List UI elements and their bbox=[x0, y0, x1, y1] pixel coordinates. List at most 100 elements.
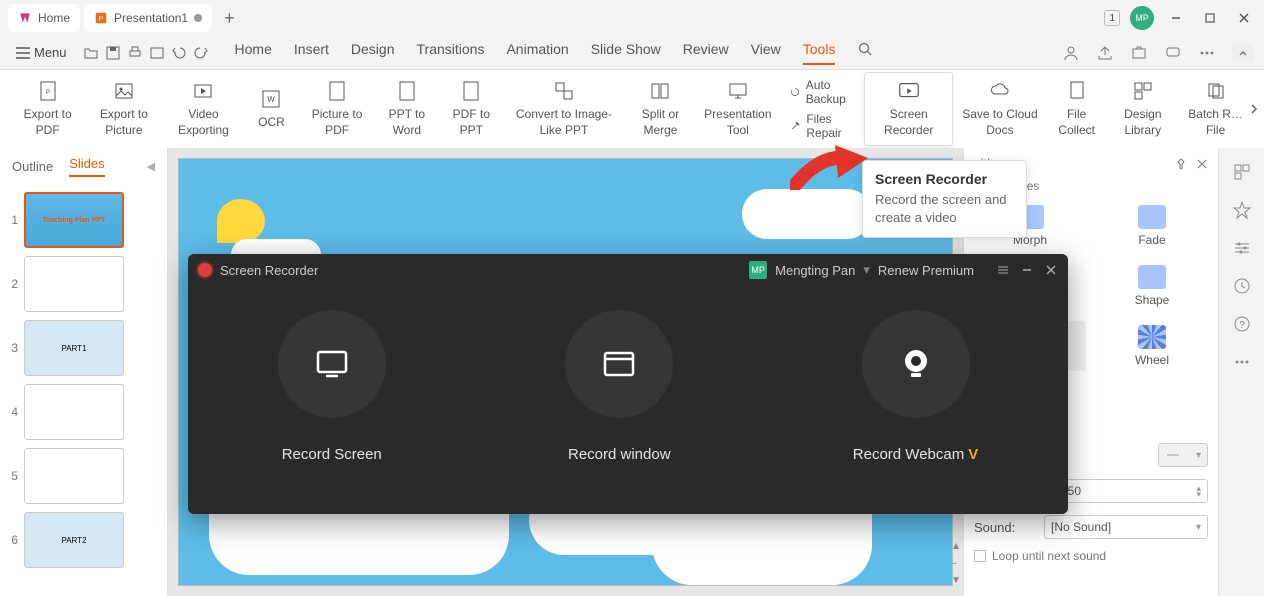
pin-icon[interactable] bbox=[1174, 157, 1188, 171]
tab-transitions[interactable]: Transitions bbox=[417, 41, 485, 65]
tab-design[interactable]: Design bbox=[351, 41, 395, 65]
tab-doc-label: Presentation1 bbox=[114, 11, 188, 25]
close-panel-icon[interactable] bbox=[1196, 158, 1208, 170]
tab-add-button[interactable]: + bbox=[224, 8, 235, 29]
slide-number: 6 bbox=[4, 533, 18, 547]
transition-shape[interactable]: Shape bbox=[1096, 261, 1208, 311]
user-icon[interactable] bbox=[1062, 44, 1080, 62]
ribbon-tabs: Home Insert Design Transitions Animation… bbox=[235, 41, 874, 65]
minimize-button[interactable] bbox=[1164, 6, 1188, 30]
tool-label: Split or Merge bbox=[633, 107, 688, 138]
print-preview-icon[interactable] bbox=[149, 45, 165, 61]
object-panel-icon[interactable] bbox=[1232, 162, 1252, 182]
thumbnail-panel: Outline Slides ◀ 1Teaching Plan PPT 2 3P… bbox=[0, 148, 168, 596]
tab-tools[interactable]: Tools bbox=[803, 41, 836, 65]
sound-select[interactable]: [No Sound]▾ bbox=[1044, 515, 1208, 539]
tool-ocr[interactable]: WOCR bbox=[242, 83, 300, 135]
close-button[interactable] bbox=[1232, 6, 1256, 30]
tool-ppt-to-word[interactable]: PPT to Word bbox=[374, 75, 440, 142]
tool-file-collect[interactable]: File Collect bbox=[1047, 75, 1107, 142]
effect-options[interactable]: ▾ bbox=[1158, 443, 1208, 467]
tutorial-arrow-icon bbox=[790, 140, 870, 190]
loop-sound-checkbox[interactable]: Loop until next sound bbox=[974, 549, 1208, 563]
tool-pdf-to-ppt[interactable]: PDF to PPT bbox=[440, 75, 503, 142]
tab-slideshow[interactable]: Slide Show bbox=[591, 41, 661, 65]
mode-label: Record Screen bbox=[282, 446, 382, 463]
nav-up-icon[interactable]: ▲ bbox=[951, 541, 961, 552]
tab-slides[interactable]: Slides bbox=[69, 156, 104, 177]
quick-access-toolbar bbox=[83, 45, 209, 61]
collapse-panel-icon[interactable]: ◀ bbox=[147, 160, 155, 173]
slide-thumbnail-6[interactable]: PART2 bbox=[24, 512, 124, 568]
recorder-menu-icon[interactable] bbox=[996, 263, 1010, 277]
maximize-button[interactable] bbox=[1198, 6, 1222, 30]
tab-review[interactable]: Review bbox=[683, 41, 729, 65]
ribbon-scroll-right[interactable] bbox=[1244, 70, 1264, 148]
more-panel-icon[interactable] bbox=[1232, 352, 1252, 372]
slide-thumbnail-2[interactable] bbox=[24, 256, 124, 312]
tool-screen-recorder[interactable]: Screen Recorder bbox=[864, 72, 953, 145]
transition-wheel[interactable]: Wheel bbox=[1096, 321, 1208, 371]
tool-export-picture[interactable]: Export to Picture bbox=[83, 75, 164, 142]
recorder-close-icon[interactable] bbox=[1044, 263, 1058, 277]
tool-label: Export to PDF bbox=[20, 107, 75, 138]
recorder-titlebar[interactable]: Screen Recorder MP Mengting Pan ▾ Renew … bbox=[188, 254, 1068, 286]
open-icon[interactable] bbox=[83, 45, 99, 61]
thumb-text: PART1 bbox=[61, 344, 86, 353]
tab-document[interactable]: P Presentation1 bbox=[84, 4, 212, 32]
search-icon[interactable] bbox=[857, 41, 873, 57]
tool-export-pdf[interactable]: PExport to PDF bbox=[12, 75, 83, 142]
transition-fade[interactable]: Fade bbox=[1096, 201, 1208, 251]
tool-presentation-tool[interactable]: Presentation Tool bbox=[696, 75, 780, 142]
tool-design-library[interactable]: Design Library bbox=[1106, 75, 1179, 142]
tab-home[interactable]: Home bbox=[8, 4, 80, 32]
tab-home-label: Home bbox=[38, 11, 70, 25]
slide-thumbnail-3[interactable]: PART1 bbox=[24, 320, 124, 376]
slide-thumbnail-5[interactable] bbox=[24, 448, 124, 504]
slide-thumbnail-4[interactable] bbox=[24, 384, 124, 440]
tool-split-merge[interactable]: Split or Merge bbox=[625, 75, 696, 142]
menu-button[interactable]: Menu bbox=[10, 41, 73, 64]
tool-convert-image-ppt[interactable]: Convert to Image-Like PPT bbox=[503, 75, 625, 142]
tab-insert[interactable]: Insert bbox=[294, 41, 329, 65]
mode-record-webcam[interactable]: Record WebcamV bbox=[853, 310, 978, 463]
slide-number: 4 bbox=[4, 405, 18, 419]
tab-animation[interactable]: Animation bbox=[506, 41, 568, 65]
ppt-word-icon bbox=[396, 80, 418, 102]
tab-view[interactable]: View bbox=[751, 41, 781, 65]
redo-icon[interactable] bbox=[193, 45, 209, 61]
print-icon[interactable] bbox=[127, 45, 143, 61]
save-icon[interactable] bbox=[105, 45, 121, 61]
comments-icon[interactable] bbox=[1164, 44, 1182, 62]
tool-label: Auto Backup bbox=[806, 78, 855, 106]
tool-batch[interactable]: Batch R… File bbox=[1179, 75, 1252, 142]
tool-label: Convert to Image-Like PPT bbox=[511, 107, 617, 138]
settings-panel-icon[interactable] bbox=[1232, 238, 1252, 258]
help-panel-icon[interactable]: ? bbox=[1232, 314, 1252, 334]
history-panel-icon[interactable] bbox=[1232, 276, 1252, 296]
undo-icon[interactable] bbox=[171, 45, 187, 61]
tab-outline[interactable]: Outline bbox=[12, 159, 53, 174]
mode-record-screen[interactable]: Record Screen bbox=[278, 310, 386, 463]
renew-premium-link[interactable]: Renew Premium bbox=[878, 263, 974, 278]
slide-number: 2 bbox=[4, 277, 18, 291]
tool-label: Picture to PDF bbox=[308, 107, 365, 138]
tool-files-repair[interactable]: Files Repair bbox=[790, 112, 855, 140]
tool-auto-backup[interactable]: Auto Backup bbox=[790, 78, 855, 106]
tool-video-export[interactable]: Video Exporting bbox=[164, 75, 242, 142]
slide-thumbnail-1[interactable]: Teaching Plan PPT bbox=[24, 192, 124, 248]
tab-home[interactable]: Home bbox=[235, 41, 272, 65]
tool-picture-to-pdf[interactable]: Picture to PDF bbox=[300, 75, 373, 142]
nav-down-icon[interactable]: ▼ bbox=[951, 575, 961, 586]
speed-input[interactable]: 00.50▴▾ bbox=[1044, 479, 1208, 503]
tool-label: PPT to Word bbox=[382, 107, 432, 138]
mode-record-window[interactable]: Record window bbox=[565, 310, 673, 463]
collapse-ribbon-button[interactable] bbox=[1232, 44, 1254, 62]
recorder-minimize-icon[interactable] bbox=[1020, 263, 1034, 277]
user-avatar[interactable]: MP bbox=[1130, 6, 1154, 30]
screenshot-icon[interactable] bbox=[1130, 44, 1148, 62]
more-icon[interactable] bbox=[1198, 44, 1216, 62]
share-icon[interactable] bbox=[1096, 44, 1114, 62]
star-panel-icon[interactable] bbox=[1232, 200, 1252, 220]
tool-save-cloud[interactable]: Save to Cloud Docs bbox=[953, 75, 1047, 142]
